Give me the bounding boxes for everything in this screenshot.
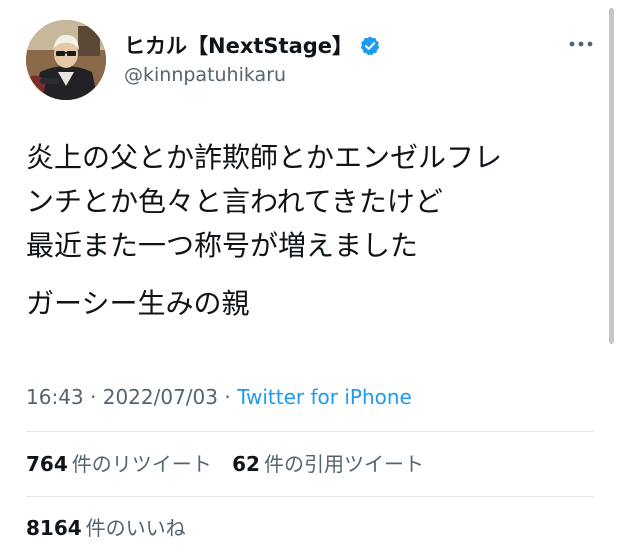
more-options-icon[interactable]: [566, 34, 596, 54]
engagement-stats-row: 764 件のリツイート 62 件の引用ツイート: [26, 449, 424, 479]
tweet-line: ガーシー生みの親: [26, 287, 250, 320]
tweet-time: 16:43: [26, 385, 84, 409]
handle[interactable]: @kinnpatuhikaru: [124, 62, 286, 88]
scrollbar[interactable]: [609, 8, 614, 344]
quotes-label: 件の引用ツイート: [263, 452, 424, 476]
tweet-line: ンチとか色々と言われてきたけど: [26, 185, 443, 218]
display-name-text: ヒカル【NextStage】: [124, 34, 354, 58]
likes-label: 件のいいね: [85, 516, 186, 540]
display-name[interactable]: ヒカル【NextStage】: [124, 32, 381, 60]
tweet-line: 最近また一つ称号が増えました: [26, 229, 419, 262]
retweets-stat[interactable]: 764 件のリツイート: [26, 449, 212, 479]
retweets-label: 件のリツイート: [71, 452, 212, 476]
tweet-metadata: 16:43 · 2022/07/03 · Twitter for iPhone: [26, 382, 412, 412]
avatar[interactable]: [26, 20, 106, 100]
tweet-line: 炎上の父とか詐欺師とかエンゼルフレ: [26, 141, 503, 174]
retweets-count: 764: [26, 452, 68, 476]
divider: [26, 496, 594, 497]
meta-separator: ·: [90, 385, 97, 409]
tweet-source-link[interactable]: Twitter for iPhone: [237, 385, 412, 409]
quotes-count: 62: [232, 452, 260, 476]
tweet-text: 炎上の父とか詐欺師とかエンゼルフレ ンチとか色々と言われてきたけど 最近また一つ…: [26, 136, 606, 326]
likes-count: 8164: [26, 516, 82, 540]
verified-badge-icon: [360, 36, 380, 56]
tweet-date: 2022/07/03: [102, 385, 218, 409]
likes-stat[interactable]: 8164 件のいいね: [26, 513, 186, 543]
profile-photo: [26, 20, 106, 100]
likes-stats-row: 8164 件のいいね: [26, 513, 186, 543]
quotes-stat[interactable]: 62 件の引用ツイート: [232, 449, 424, 479]
meta-separator: ·: [224, 385, 231, 409]
divider: [26, 431, 594, 432]
